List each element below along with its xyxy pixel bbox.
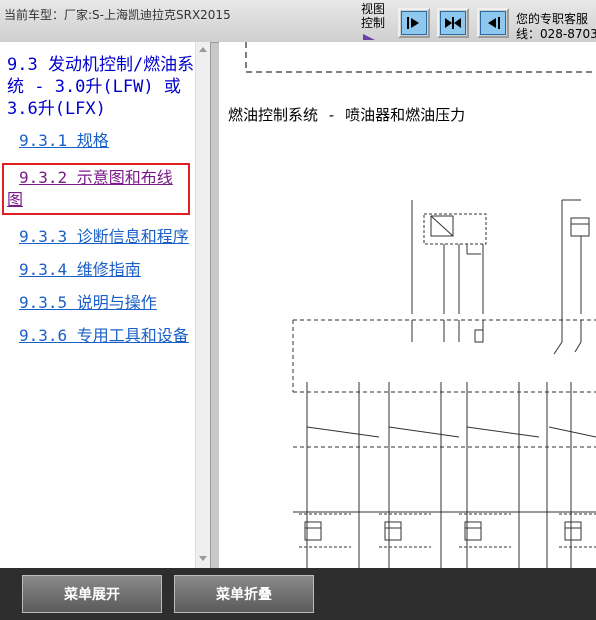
toc-item-repair-guide[interactable]: 9.3.4 维修指南 [7,259,195,281]
scroll-down-icon[interactable] [199,556,207,561]
arrow-left-bar-icon [480,11,506,35]
view-control-text: 视图 控制 [361,2,386,30]
toc-item-schematics[interactable]: 9.3.2 示意图和布线图 [2,163,190,215]
menu-expand-button[interactable]: 菜单展开 [22,575,162,613]
scroll-up-icon[interactable] [199,47,207,52]
toc-scrollbar[interactable] [195,42,210,568]
toc-panel: 9.3 发动机控制/燃油系统 - 3.0升(LFW) 或3.6升(LFX) 9.… [0,42,211,568]
top-bar: 当前车型：厂家:S-上海凯迪拉克SRX2015 视图 控制 您的专职客服 线：0… [0,0,596,43]
toc-item-description-operation[interactable]: 9.3.5 说明与操作 [7,292,195,314]
toc-item-special-tools[interactable]: 9.3.6 专用工具和设备 [7,325,195,347]
arrows-center-icon [440,11,466,35]
diagram-title: 燃油控制系统 - 喷油器和燃油压力 [228,106,466,124]
menu-collapse-button[interactable]: 菜单折叠 [174,575,314,613]
view-right-pane-button[interactable] [477,8,509,38]
wiring-diagram-panel: 燃油控制系统 - 喷油器和燃油压力 [219,42,596,568]
toc-item-specifications[interactable]: 9.3.1 规格 [7,130,195,152]
service-line-2: 线：028-8703 [516,27,596,41]
customer-service-info: 您的专职客服 线：028-8703 [516,12,596,42]
toc-item-diagnostics[interactable]: 9.3.3 诊断信息和程序 [7,226,195,248]
arrow-right-bar-icon [401,11,427,35]
view-control-label: 视图 控制 [361,2,391,40]
toc-section-title[interactable]: 9.3 发动机控制/燃油系统 - 3.0升(LFW) 或3.6升(LFX) [7,54,195,120]
service-line-1: 您的专职客服 [516,12,589,26]
view-split-pane-button[interactable] [437,8,469,38]
view-left-pane-button[interactable] [398,8,430,38]
current-vehicle-label: 当前车型：厂家:S-上海凯迪拉克SRX2015 [4,8,231,22]
bottom-bar: 菜单展开 菜单折叠 [0,568,596,620]
view-control-marker-icon [363,34,375,40]
